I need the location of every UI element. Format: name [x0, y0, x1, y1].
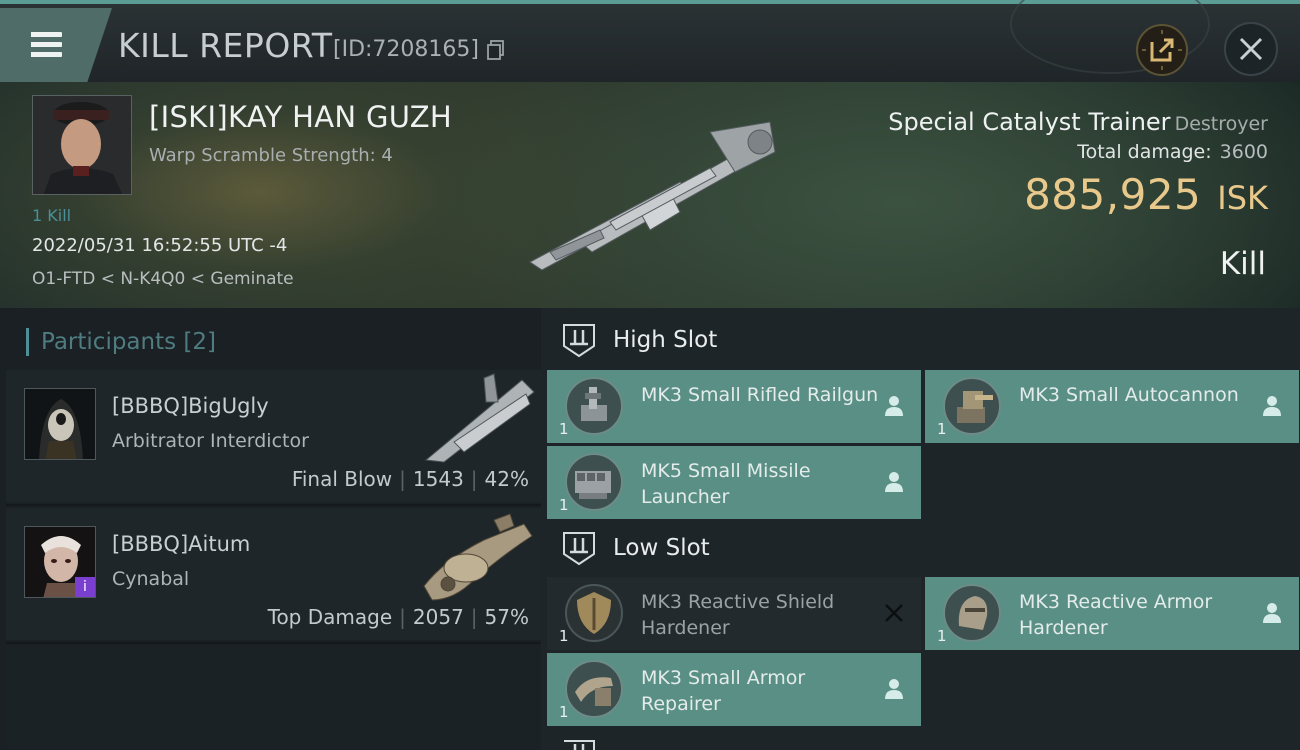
isk-value-line: 885,925 ISK: [1024, 170, 1268, 219]
participant-damage: 1543: [412, 467, 464, 491]
high-slot-icon: [563, 324, 595, 358]
person-icon: [1263, 603, 1281, 623]
person-icon: [885, 472, 903, 492]
participant-percent: 57%: [484, 605, 529, 629]
participant-name[interactable]: [BBBQ]BigUgly: [112, 394, 269, 418]
report-id: [ID:7208165]: [333, 37, 479, 62]
module-name: MK5 Small Missile Launcher: [641, 460, 811, 508]
module-card[interactable]: 1 MK5 Small Missile Launcher: [547, 446, 921, 519]
isk-value: 885,925: [1024, 170, 1202, 219]
module-card[interactable]: 1 MK3 Small Rifled Railgun: [547, 370, 921, 443]
participant-role: Top Damage: [267, 605, 393, 629]
share-icon: [1142, 30, 1182, 70]
close-button[interactable]: [1224, 22, 1278, 76]
warp-scramble-strength: Warp Scramble Strength: 4: [149, 145, 393, 166]
module-name: MK3 Reactive Shield Hardener: [641, 591, 835, 639]
participant-ship: Cynabal: [112, 568, 190, 590]
page-title: KILL REPORT: [118, 26, 333, 65]
stats-separator: |: [399, 467, 406, 491]
module-card-destroyed[interactable]: 1 MK3 Reactive Shield Hardener: [547, 577, 921, 650]
destroyed-x-icon: [885, 604, 903, 622]
stats-separator: |: [470, 605, 478, 629]
module-quantity: 1: [559, 627, 569, 645]
top-bar: KILL REPORT [ID:7208165]: [0, 0, 1300, 82]
armor-repairer-icon: [565, 660, 623, 718]
victim-name[interactable]: [ISKI]KAY HAN GUZH: [149, 100, 452, 134]
module-name: MK3 Small Rifled Railgun: [641, 384, 879, 406]
module-card[interactable]: 1 MK3 Reactive Armor Hardener: [925, 577, 1299, 650]
divider: [6, 504, 541, 506]
module-name: MK3 Small Autocannon: [1019, 384, 1239, 406]
participant-portrait[interactable]: i: [24, 526, 96, 598]
victim-ship-image: [529, 121, 776, 271]
share-button[interactable]: [1136, 24, 1188, 76]
victim-portrait[interactable]: [32, 95, 132, 195]
person-icon: [885, 396, 903, 416]
person-icon: [1263, 396, 1281, 416]
next-slot-icon: [564, 740, 595, 750]
pilot-portrait-image: [33, 96, 131, 194]
menu-button[interactable]: [0, 8, 112, 82]
total-damage-label: Total damage:: [1077, 141, 1212, 163]
module-quantity: 1: [559, 420, 569, 438]
participants-label: Participants: [41, 329, 177, 355]
high-slot-title: High Slot: [613, 327, 718, 353]
module-card[interactable]: 1 MK3 Small Armor Repairer: [547, 653, 921, 726]
copy-icon[interactable]: [487, 40, 505, 60]
divider: [6, 642, 541, 644]
participants-header: Participants [2]: [26, 328, 216, 356]
participant-stats: Final Blow | 1543 | 42%: [292, 467, 529, 491]
ship-class: Destroyer: [1174, 113, 1268, 135]
kill-result: Kill: [1219, 246, 1266, 282]
armor-hardener-icon: [943, 584, 1001, 642]
autocannon-icon: [943, 377, 1001, 435]
participant-portrait[interactable]: [24, 388, 96, 460]
total-damage-value: 3600: [1219, 141, 1268, 163]
participant-ship-image: [424, 373, 535, 463]
close-icon: [1239, 37, 1263, 61]
participant-ship-image: [423, 513, 533, 601]
person-icon: [885, 679, 903, 699]
victim-summary: [ISKI]KAY HAN GUZH Warp Scramble Strengt…: [0, 82, 1300, 308]
participant-ship: Arbitrator Interdictor: [112, 430, 309, 452]
fitting-panel: High Slot 1 MK3 Small Rifled Railgun 1 M…: [541, 308, 1300, 750]
participant-name[interactable]: [BBBQ]Aitum: [112, 532, 250, 556]
railgun-icon: [565, 377, 623, 435]
participant-role: Final Blow: [291, 467, 393, 491]
info-badge: i: [75, 577, 95, 597]
participant-row[interactable]: [BBBQ]BigUgly Arbitrator Interdictor Fin…: [6, 370, 541, 502]
module-quantity: 1: [559, 496, 569, 514]
module-quantity: 1: [559, 703, 569, 721]
total-damage: Total damage: 3600: [1077, 141, 1268, 163]
participants-count: [2]: [183, 329, 217, 355]
missile-launcher-icon: [565, 453, 623, 511]
empty-row: [6, 646, 541, 750]
kill-count: 1 Kill: [32, 206, 72, 225]
participant-percent: 42%: [484, 467, 529, 491]
ship-name-line: Special Catalyst Trainer Destroyer: [888, 108, 1268, 136]
module-quantity: 1: [937, 420, 947, 438]
participant-damage: 2057: [412, 605, 464, 629]
isk-unit: ISK: [1217, 179, 1268, 217]
participant-portrait-image: [25, 389, 95, 459]
participant-row[interactable]: i [BBBQ]Aitum Cynabal Top Damage | 2057 | 57…: [6, 508, 541, 640]
participant-stats: Top Damage | 2057 | 57%: [268, 605, 529, 629]
module-quantity: 1: [937, 627, 947, 645]
low-slot-title: Low Slot: [613, 535, 710, 561]
module-card[interactable]: 1 MK3 Small Autocannon: [925, 370, 1299, 443]
stats-separator: |: [399, 605, 406, 629]
kill-location[interactable]: O1-FTD < N-K4Q0 < Geminate: [32, 269, 294, 289]
low-slot-icon: [563, 532, 595, 566]
ship-name[interactable]: Special Catalyst Trainer: [888, 108, 1170, 136]
kill-timestamp: 2022/05/31 16:52:55 UTC -4: [32, 235, 288, 256]
shield-hardener-icon: [565, 584, 623, 642]
module-name: MK3 Small Armor Repairer: [641, 667, 806, 715]
module-name: MK3 Reactive Armor Hardener: [1019, 591, 1213, 639]
stats-separator: |: [470, 467, 478, 491]
participants-panel: Participants [2] [BBBQ]BigUgly Arbitrato…: [0, 308, 541, 750]
